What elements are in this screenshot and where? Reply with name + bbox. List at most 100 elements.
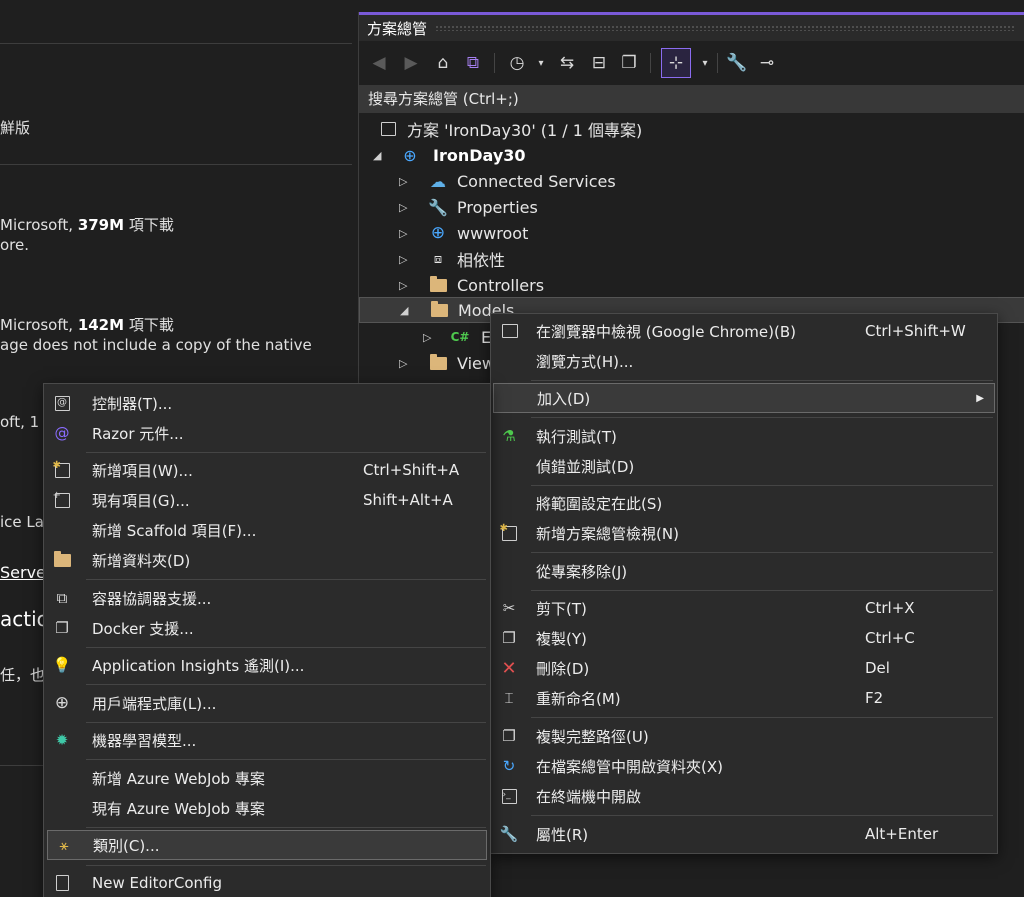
class-icon: ⚹ bbox=[59, 836, 69, 854]
properties-icon: 🔧 bbox=[428, 197, 448, 217]
tree-item-project[interactable]: ◢ ⊕ IronDay30 bbox=[359, 142, 1024, 168]
context-menu: 在瀏覽器中檢視 (Google Chrome)(B) Ctrl+Shift+W … bbox=[490, 313, 998, 854]
tree-item-dependencies[interactable]: ▷ ⧈ 相依性 bbox=[359, 246, 1024, 272]
version-label: 鮮版 bbox=[0, 119, 31, 137]
switch-views-icon[interactable]: ⧉ bbox=[461, 51, 485, 75]
tree-item-solution[interactable]: 方案 'IronDay30' (1 / 1 個專案) bbox=[359, 116, 1024, 142]
new-item-icon: ✱ bbox=[51, 459, 73, 481]
add-submenu: @ 控制器(T)... @ Razor 元件... ✱ 新增項目(W)... C… bbox=[43, 383, 491, 897]
submenu-item-new-folder[interactable]: 新增資料夾(D) bbox=[44, 545, 490, 575]
collapsed-arrow-icon[interactable]: ▷ bbox=[423, 331, 431, 344]
cloud-icon: ☁ bbox=[430, 171, 446, 191]
dependencies-icon: ⧈ bbox=[433, 251, 443, 267]
menu-item-copy[interactable]: ❐ 複製(Y) Ctrl+C bbox=[491, 623, 997, 653]
new-view-icon: ✱ bbox=[498, 522, 520, 544]
section-heading: actio bbox=[0, 607, 49, 631]
pending-changes-filter-icon[interactable]: ◷ bbox=[505, 51, 529, 75]
collapsed-arrow-icon[interactable]: ▷ bbox=[399, 253, 407, 266]
folder-icon bbox=[429, 275, 447, 294]
menu-item-remove-from-project[interactable]: 從專案移除(J) bbox=[491, 556, 997, 586]
forward-icon[interactable]: ▶ bbox=[399, 51, 423, 75]
folder-icon bbox=[430, 300, 448, 319]
panel-title: 方案總管 bbox=[367, 19, 428, 38]
collapsed-arrow-icon[interactable]: ▷ bbox=[399, 227, 407, 240]
delete-icon: ✕ bbox=[501, 657, 517, 679]
package-author-3: oft, 1 bbox=[0, 413, 40, 431]
tree-item-properties[interactable]: ▷ 🔧 Properties bbox=[359, 194, 1024, 220]
collapsed-arrow-icon[interactable]: ▷ bbox=[399, 357, 407, 370]
menu-item-add[interactable]: 加入(D) ▶ bbox=[493, 383, 995, 413]
search-input[interactable]: 搜尋方案總管 (Ctrl+;) bbox=[359, 85, 1024, 113]
rename-icon: ⌶ bbox=[504, 689, 514, 707]
csharp-file-icon: C# bbox=[450, 330, 470, 344]
new-folder-icon bbox=[51, 549, 73, 571]
tree-item-controllers[interactable]: ▷ Controllers bbox=[359, 272, 1024, 298]
collapsed-arrow-icon[interactable]: ▷ bbox=[399, 201, 407, 214]
submenu-item-existing-webjob[interactable]: 現有 Azure WebJob 專案 bbox=[44, 793, 490, 823]
collapsed-arrow-icon[interactable]: ▷ bbox=[399, 279, 407, 292]
submenu-item-new-webjob[interactable]: 新增 Azure WebJob 專案 bbox=[44, 763, 490, 793]
package-author-2: Microsoft, 142M 項下載 bbox=[0, 316, 174, 334]
preview-icon[interactable]: ⊸ bbox=[755, 51, 779, 75]
submenu-item-existing-item[interactable]: + 現有項目(G)... Shift+Alt+A bbox=[44, 485, 490, 515]
expanded-arrow-icon[interactable]: ◢ bbox=[400, 304, 408, 317]
menu-item-open-in-explorer[interactable]: ↻ 在檔案總管中開啟資料夾(X) bbox=[491, 751, 997, 781]
open-folder-icon: ↻ bbox=[502, 757, 516, 775]
chevron-down-icon[interactable]: ▾ bbox=[693, 51, 717, 75]
sync-icon[interactable]: ⇆ bbox=[555, 51, 579, 75]
menu-item-new-explorer-view[interactable]: ✱ 新增方案總管檢視(N) bbox=[491, 518, 997, 548]
submenu-item-application-insights[interactable]: 💡 Application Insights 遙測(I)... bbox=[44, 650, 490, 680]
back-icon[interactable]: ◀ bbox=[367, 51, 391, 75]
menu-item-properties[interactable]: 🔧 屬性(R) Alt+Enter bbox=[491, 819, 997, 849]
submenu-item-client-library[interactable]: ⊕ 用戶端程式庫(L)... bbox=[44, 688, 490, 718]
tree-item-wwwroot[interactable]: ▷ ⊕ wwwroot bbox=[359, 220, 1024, 246]
server-link[interactable]: Serve bbox=[0, 563, 46, 582]
package-description-1: ore. bbox=[0, 236, 30, 254]
submenu-item-orchestrator-support[interactable]: ⧉ 容器協調器支援... bbox=[44, 583, 490, 613]
chinese-fragment: 任，也 bbox=[0, 666, 46, 684]
cut-icon: ✂ bbox=[502, 599, 516, 617]
menu-item-browse-with[interactable]: 瀏覽方式(H)... bbox=[491, 346, 997, 376]
orchestrator-icon: ⧉ bbox=[56, 589, 68, 607]
menu-item-open-in-terminal[interactable]: ›_ 在終端機中開啟 bbox=[491, 781, 997, 811]
grip-dots[interactable] bbox=[435, 25, 1015, 31]
show-all-files-icon[interactable]: ❐ bbox=[617, 51, 641, 75]
menu-item-debug-tests[interactable]: 偵錯並測試(D) bbox=[491, 451, 997, 481]
track-active-item-icon[interactable]: ⊹ bbox=[661, 48, 691, 78]
submenu-item-new-item[interactable]: ✱ 新增項目(W)... Ctrl+Shift+A bbox=[44, 455, 490, 485]
divider bbox=[0, 43, 352, 44]
submenu-item-class[interactable]: ⚹ 類別(C)... bbox=[47, 830, 487, 860]
menu-item-delete[interactable]: ✕ 刪除(D) Del bbox=[491, 653, 997, 683]
menu-item-cut[interactable]: ✂ 剪下(T) Ctrl+X bbox=[491, 593, 997, 623]
license-fragment: ice La bbox=[0, 513, 44, 531]
terminal-icon: ›_ bbox=[498, 785, 520, 807]
client-library-icon: ⊕ bbox=[54, 693, 70, 713]
menu-item-rename[interactable]: ⌶ 重新命名(M) F2 bbox=[491, 683, 997, 713]
properties-wrench-icon[interactable]: 🔧 bbox=[725, 51, 749, 75]
web-project-icon: ⊕ bbox=[403, 145, 417, 165]
package-description-2: age does not include a copy of the nativ… bbox=[0, 336, 312, 354]
expanded-arrow-icon[interactable]: ◢ bbox=[373, 149, 381, 162]
collapsed-arrow-icon[interactable]: ▷ bbox=[399, 175, 407, 188]
editorconfig-icon bbox=[51, 872, 73, 894]
submenu-item-editorconfig[interactable]: New EditorConfig bbox=[44, 868, 490, 897]
razor-icon: @ bbox=[54, 424, 70, 442]
submenu-item-scaffold[interactable]: 新增 Scaffold 項目(F)... bbox=[44, 515, 490, 545]
submenu-item-razor-component[interactable]: @ Razor 元件... bbox=[44, 418, 490, 448]
solution-explorer-titlebar: 方案總管 bbox=[359, 15, 1024, 41]
submenu-item-docker-support[interactable]: ❐ Docker 支援... bbox=[44, 613, 490, 643]
solution-explorer-toolbar: ◀ ▶ ⌂ ⧉ ◷ ▾ ⇆ ⊟ ❐ ⊹ ▾ 🔧 ⊸ bbox=[359, 41, 1024, 85]
folder-icon bbox=[429, 353, 447, 372]
chevron-down-icon[interactable]: ▾ bbox=[529, 51, 553, 75]
menu-item-scope-to-this[interactable]: 將範圍設定在此(S) bbox=[491, 488, 997, 518]
existing-item-icon: + bbox=[51, 489, 73, 511]
collapse-all-icon[interactable]: ⊟ bbox=[587, 51, 611, 75]
menu-item-copy-full-path[interactable]: ❐ 複製完整路徑(U) bbox=[491, 721, 997, 751]
copy-icon: ❐ bbox=[502, 629, 516, 647]
submenu-item-ml-model[interactable]: ✹ 機器學習模型... bbox=[44, 725, 490, 755]
menu-item-run-tests[interactable]: ⚗ 執行測試(T) bbox=[491, 421, 997, 451]
menu-item-view-in-browser[interactable]: 在瀏覽器中檢視 (Google Chrome)(B) Ctrl+Shift+W bbox=[491, 316, 997, 346]
home-icon[interactable]: ⌂ bbox=[431, 51, 455, 75]
tree-item-connected-services[interactable]: ▷ ☁ Connected Services bbox=[359, 168, 1024, 194]
submenu-item-controller[interactable]: @ 控制器(T)... bbox=[44, 388, 490, 418]
